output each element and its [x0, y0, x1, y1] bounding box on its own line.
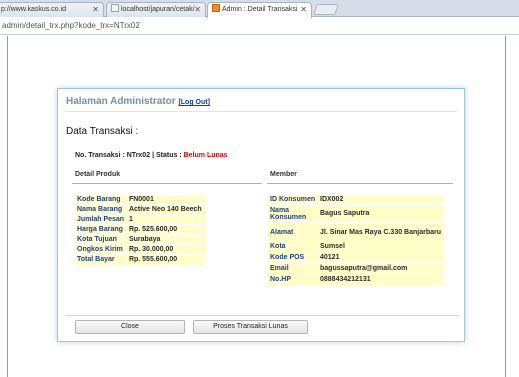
product-value: FN0001: [126, 194, 205, 205]
member-value: 40121: [318, 251, 443, 263]
browser-tab-bar: p://www.kaskus.co.id ✕ localhost/japuran…: [0, 0, 519, 18]
member-value: Sumsel: [318, 241, 443, 252]
member-value: Jl. Sinar Mas Raya C.330 Banjarbaru: [318, 222, 443, 242]
member-key: Kode POS: [268, 251, 318, 263]
process-paid-button[interactable]: Proses Transaksi Lunas: [193, 320, 308, 334]
product-key: Kota Tujuan: [75, 234, 127, 245]
member-heading-rule: [267, 183, 453, 184]
address-bar[interactable]: admin/detail_trx.php?kode_trx=NTrx02: [0, 17, 519, 35]
member-key: No.HP: [268, 273, 318, 285]
table-row: Nama Konsumen Bagus Saputra: [268, 204, 443, 223]
tab-label: Admin : Detail Transaksi: [222, 6, 298, 13]
admin-panel: Halaman Administrator [Log Out] Data Tra…: [57, 88, 465, 342]
page-border-left: [7, 36, 8, 377]
table-row: Kode POS 40121: [268, 251, 443, 263]
status-value: Belum Lunas: [183, 152, 228, 159]
transaction-no-label: No. Transaksi :: [75, 152, 125, 159]
product-key: Harga Barang: [75, 224, 127, 235]
table-row: Email bagussaputra@gmail.com: [268, 262, 443, 274]
table-row: Ongkos Kirim Rp. 30.000,00: [75, 244, 205, 255]
product-heading-rule: [72, 183, 262, 184]
header-divider: [65, 111, 457, 112]
admin-title: Halaman Administrator: [66, 96, 176, 107]
product-value: Rp. 555.600,00: [126, 254, 205, 265]
product-key: Nama Barang: [75, 204, 127, 215]
page-icon: [212, 4, 220, 12]
table-row: Kota Tujuan Surabaya: [75, 234, 205, 245]
table-row: Jumlah Pesan 1: [75, 214, 205, 225]
member-value: 0888434212131: [318, 273, 443, 285]
table-row: Total Bayar Rp. 555.600,00: [75, 254, 205, 265]
product-heading: Detail Produk: [75, 171, 121, 178]
close-icon[interactable]: ✕: [92, 3, 99, 16]
member-value: IDX002: [318, 194, 443, 205]
transaction-no-value: NTrx02: [126, 152, 151, 159]
product-value: Rp. 30.000,00: [126, 244, 205, 255]
bottom-divider: [65, 315, 459, 316]
product-value: 1: [126, 214, 205, 225]
member-key: Kota: [268, 241, 318, 252]
table-row: Nama Barang Active Neo 140 Beech: [75, 204, 205, 215]
product-key: Total Bayar: [75, 254, 127, 265]
product-value: Rp. 525.600,00: [126, 224, 205, 235]
member-value: Bagus Saputra: [318, 204, 443, 223]
member-value: bagussaputra@gmail.com: [318, 262, 443, 274]
page-icon: [111, 4, 119, 12]
table-row: ID Konsumen IDX002: [268, 194, 443, 205]
page-border-right: [505, 36, 506, 377]
table-row: Kota Sumsel: [268, 241, 443, 252]
separator: |: [152, 152, 155, 159]
close-button[interactable]: Close: [75, 320, 185, 334]
admin-header: Halaman Administrator [Log Out]: [66, 96, 210, 107]
product-value: Surabaya: [126, 234, 205, 245]
product-value: Active Neo 140 Beech: [126, 204, 205, 215]
member-key: Nama Konsumen: [268, 204, 318, 223]
transaction-info: No. Transaksi : NTrx02 | Status : Belum …: [75, 152, 228, 159]
member-key: ID Konsumen: [268, 194, 318, 205]
browser-tab-kaskus[interactable]: p://www.kaskus.co.id ✕: [0, 2, 104, 17]
table-row: No.HP 0888434212131: [268, 273, 443, 285]
product-key: Ongkos Kirim: [75, 244, 127, 255]
member-table: ID Konsumen IDX002 Nama Konsumen Bagus Sap…: [268, 194, 443, 285]
product-table: Kode Barang FN0001 Nama Barang Active Neo …: [75, 194, 205, 265]
status-label: Status :: [155, 152, 182, 159]
logout-link[interactable]: [Log Out]: [178, 99, 210, 106]
new-tab-button[interactable]: [312, 4, 340, 15]
browser-tab-admin[interactable]: Admin : Detail Transaksi ✕: [207, 2, 312, 18]
tab-label: p://www.kaskus.co.id: [1, 6, 66, 13]
product-key: Kode Barang: [75, 194, 127, 205]
product-key: Jumlah Pesan: [75, 214, 127, 225]
close-icon[interactable]: ✕: [194, 3, 201, 16]
table-row: Alamat Jl. Sinar Mas Raya C.330 Banjarbar…: [268, 222, 443, 242]
url-text: admin/detail_trx.php?kode_trx=NTrx02: [2, 21, 140, 30]
member-heading: Member: [270, 171, 297, 178]
table-row: Kode Barang FN0001: [75, 194, 205, 205]
section-title: Data Transaksi :: [66, 126, 139, 137]
member-key: Email: [268, 262, 318, 274]
member-key: Alamat: [268, 222, 318, 242]
browser-tab-localhost[interactable]: localhost/japuran/cetak/ ✕: [106, 2, 206, 17]
tab-label: localhost/japuran/cetak/: [121, 6, 195, 13]
close-icon[interactable]: ✕: [300, 3, 307, 16]
table-row: Harga Barang Rp. 525.600,00: [75, 224, 205, 235]
